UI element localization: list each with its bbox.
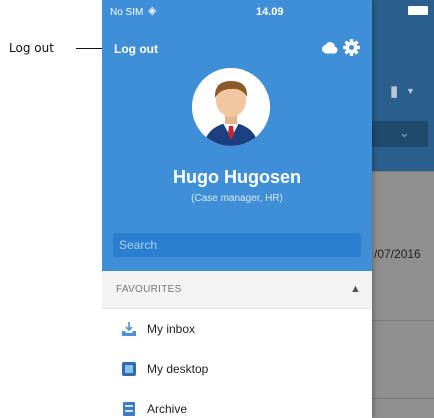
logout-button[interactable]: Log out — [114, 41, 158, 57]
avatar[interactable] — [192, 68, 270, 146]
row-divider — [372, 171, 434, 172]
user-role: (Case manager, HR) — [191, 193, 283, 204]
menu-item-my-inbox[interactable]: My inbox — [102, 310, 372, 348]
navigation-drawer: No SIM ◈ 14.09 Log out Hugo Hugosen (Cas… — [102, 0, 372, 418]
row-divider — [372, 320, 434, 321]
status-time: 14.09 — [256, 6, 284, 18]
user-name: Hugo Hugosen — [173, 167, 301, 187]
battery-icon — [408, 6, 428, 15]
document-icon[interactable]: ▮ — [390, 84, 404, 100]
archive-icon — [123, 402, 135, 416]
desktop-icon — [122, 362, 136, 376]
inbox-icon — [122, 322, 136, 336]
menu-item-label: My desktop — [147, 362, 209, 376]
chevron-down-icon[interactable]: ▼ — [406, 86, 415, 96]
favourites-header[interactable]: FAVOURITES ▲ — [102, 271, 372, 309]
menu-item-label: My inbox — [147, 322, 196, 336]
dropdown-chevron-icon: ⌄ — [399, 125, 410, 140]
menu-item-label: Archive — [147, 402, 188, 416]
menu-item-archive[interactable]: Archive — [102, 390, 372, 418]
logout-callout: Log out — [0, 40, 110, 56]
favourites-title: FAVOURITES — [116, 284, 182, 295]
drawer-header: No SIM ◈ 14.09 Log out Hugo Hugosen (Cas… — [102, 0, 372, 271]
logout-callout-label: Log out — [9, 41, 54, 55]
status-bar: No SIM ◈ 14.09 — [102, 0, 372, 22]
wifi-icon: ◈ — [148, 5, 157, 17]
row-divider — [372, 398, 434, 399]
carrier-label: No SIM — [110, 7, 144, 18]
gear-icon[interactable] — [343, 39, 360, 56]
phone-screen: ▮ ▼ ⌄ /07/2016 No SIM ◈ 14.09 Log out Hu… — [102, 0, 434, 418]
chevron-up-icon[interactable]: ▲ — [350, 283, 361, 295]
cloud-icon[interactable] — [320, 42, 338, 54]
menu-item-my-desktop[interactable]: My desktop — [102, 350, 372, 388]
search-input[interactable]: Search — [113, 233, 361, 257]
background-date: /07/2016 — [374, 247, 421, 261]
